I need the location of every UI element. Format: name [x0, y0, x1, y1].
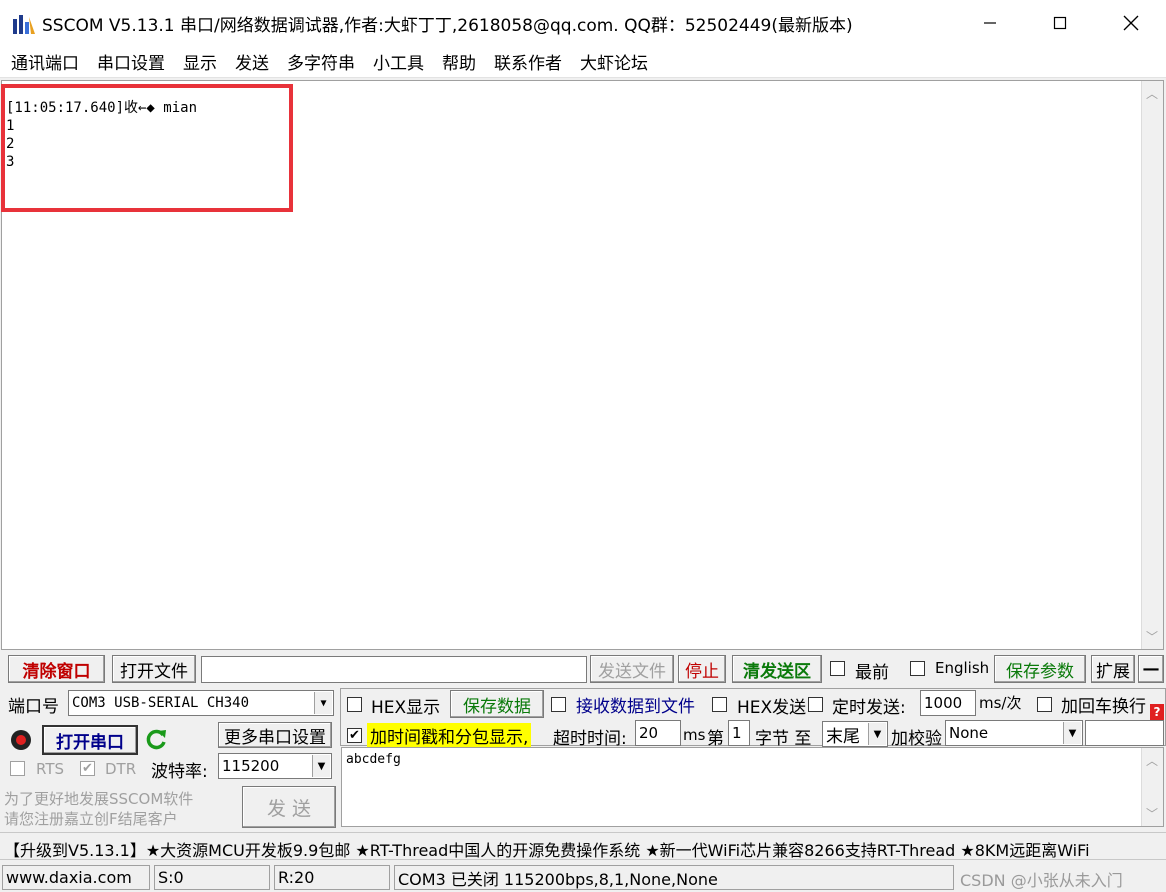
- baud-rate-select[interactable]: 115200 ▼: [218, 753, 332, 779]
- menu-forum[interactable]: 大虾论坛: [573, 49, 655, 74]
- menu-contact-author[interactable]: 联系作者: [487, 49, 569, 74]
- send-scrollbar[interactable]: ︿ ﹀: [1141, 748, 1163, 826]
- interval-input[interactable]: 1000: [920, 690, 976, 716]
- end-byte-value: 末尾: [826, 726, 860, 747]
- topmost-checkbox[interactable]: [830, 661, 845, 676]
- refresh-icon[interactable]: [144, 727, 168, 753]
- english-checkbox[interactable]: [910, 661, 925, 676]
- recv-to-file-checkbox[interactable]: [551, 697, 566, 712]
- add-crlf-checkbox[interactable]: [1037, 697, 1052, 712]
- close-button[interactable]: [1096, 0, 1166, 46]
- timeout-input[interactable]: 20: [635, 720, 681, 746]
- byte-prefix-label: 第: [707, 729, 724, 749]
- baud-label: 波特率:: [151, 762, 208, 782]
- timed-send-label: 定时发送:: [832, 698, 906, 718]
- port-select-value: COM3 USB-SERIAL CH340: [72, 695, 250, 711]
- menu-serial-settings[interactable]: 串口设置: [90, 49, 172, 74]
- timeout-unit-label: ms: [683, 726, 706, 744]
- menu-multi-string[interactable]: 多字符串: [280, 49, 362, 74]
- baud-rate-value: 115200: [222, 757, 280, 775]
- send-file-button[interactable]: 发送文件: [590, 655, 674, 683]
- dtr-checkbox[interactable]: ✔: [80, 761, 95, 776]
- expand-button[interactable]: 扩展: [1091, 655, 1135, 683]
- add-crlf-label: 加回车换行: [1061, 697, 1146, 717]
- recv-to-file-label: 接收数据到文件: [576, 697, 695, 717]
- receive-scrollbar[interactable]: ︿ ﹀: [1141, 81, 1163, 649]
- chevron-down-icon[interactable]: ▼: [312, 755, 330, 777]
- menu-send[interactable]: 发送: [228, 49, 276, 74]
- send-button[interactable]: 发 送: [242, 786, 336, 828]
- port-label: 端口号: [8, 697, 59, 717]
- save-params-button[interactable]: 保存参数: [994, 655, 1086, 683]
- dtr-label: DTR: [105, 760, 137, 778]
- help-icon[interactable]: ?: [1150, 704, 1164, 720]
- timestamp-split-label: 加时间戳和分包显示,: [367, 723, 532, 748]
- timeout-label: 超时时间:: [553, 729, 627, 749]
- more-serial-settings-button[interactable]: 更多串口设置: [218, 722, 332, 748]
- minimize-icon: [984, 22, 996, 24]
- chevron-down-icon[interactable]: ▼: [868, 723, 886, 745]
- status-received-count: R:20: [274, 865, 390, 890]
- file-path-input[interactable]: [201, 656, 587, 683]
- menu-display[interactable]: 显示: [176, 49, 224, 74]
- app-logo-icon: [13, 15, 35, 34]
- status-sent-count: S:0: [154, 865, 270, 890]
- check-icon: ✔: [82, 761, 93, 776]
- maximize-icon: [1053, 16, 1067, 30]
- scroll-down-icon[interactable]: ﹀: [1146, 805, 1158, 822]
- rts-checkbox[interactable]: [10, 761, 25, 776]
- checksum-label: 加校验: [891, 729, 942, 749]
- chevron-down-icon[interactable]: ▼: [1063, 722, 1081, 744]
- menu-help[interactable]: 帮助: [435, 49, 483, 74]
- send-text: abcdefg: [346, 752, 401, 767]
- checksum-select[interactable]: None ▼: [945, 720, 1083, 746]
- hex-send-checkbox[interactable]: [712, 697, 727, 712]
- announcement-marquee[interactable]: 【升级到V5.13.1】★大资源MCU开发板9.9包邮 ★RT-Thread中国…: [0, 832, 1166, 860]
- status-port-info: COM3 已关闭 115200bps,8,1,None,None: [394, 865, 954, 890]
- clear-send-button[interactable]: 清发送区: [732, 655, 822, 683]
- maximize-button[interactable]: [1025, 0, 1095, 46]
- minimize-button[interactable]: [955, 0, 1025, 46]
- timed-send-checkbox[interactable]: [808, 697, 823, 712]
- menu-comm-port[interactable]: 通讯端口: [4, 49, 86, 74]
- scroll-up-icon[interactable]: ︿: [1146, 85, 1158, 102]
- csdn-watermark: CSDN @小张从未入门: [960, 871, 1123, 890]
- clear-window-button[interactable]: 清除窗口: [8, 655, 105, 683]
- status-website[interactable]: www.daxia.com: [2, 865, 150, 890]
- send-input-area[interactable]: abcdefg ︿ ﹀: [341, 747, 1164, 827]
- chevron-down-icon[interactable]: ▼: [314, 692, 332, 714]
- check-icon: ✔: [349, 728, 360, 743]
- open-port-button[interactable]: 打开串口: [42, 725, 138, 755]
- hex-display-checkbox[interactable]: [347, 697, 362, 712]
- stop-button[interactable]: 停止: [678, 655, 726, 683]
- hex-display-label: HEX显示: [371, 698, 441, 718]
- port-select[interactable]: COM3 USB-SERIAL CH340 ▼: [68, 690, 334, 716]
- status-bar: www.daxia.com S:0 R:20 COM3 已关闭 115200bp…: [0, 862, 1166, 892]
- promo-text: 为了更好地发展SSCOM软件 请您注册嘉立创F结尾客户: [4, 790, 194, 828]
- close-icon: [1123, 15, 1139, 31]
- topmost-label: 最前: [855, 663, 889, 683]
- highlight-annotation-box: [1, 84, 293, 212]
- timestamp-checkbox[interactable]: ✔: [347, 728, 362, 743]
- title-bar: SSCOM V5.13.1 串口/网络数据调试器,作者:大虾丁丁,2618058…: [0, 0, 1166, 46]
- hex-send-label: HEX发送: [737, 698, 807, 718]
- menu-bar: 通讯端口 串口设置 显示 发送 多字符串 小工具 帮助 联系作者 大虾论坛: [0, 46, 1166, 78]
- checksum-value: None: [949, 724, 989, 742]
- marquee-text: 【升级到V5.13.1】★大资源MCU开发板9.9包邮 ★RT-Thread中国…: [4, 841, 1090, 860]
- byte-range-label: 字节 至: [755, 729, 812, 749]
- checksum-result-field[interactable]: [1085, 720, 1164, 746]
- scroll-down-icon[interactable]: ﹀: [1146, 628, 1158, 645]
- end-byte-select[interactable]: 末尾 ▼: [822, 721, 888, 747]
- collapse-button[interactable]: —: [1138, 655, 1164, 683]
- save-data-button[interactable]: 保存数据: [450, 690, 544, 718]
- rts-label: RTS: [36, 760, 65, 778]
- interval-unit-label: ms/次: [979, 694, 1022, 712]
- start-byte-input[interactable]: 1: [728, 720, 750, 746]
- menu-tools[interactable]: 小工具: [366, 49, 431, 74]
- window-title: SSCOM V5.13.1 串口/网络数据调试器,作者:大虾丁丁,2618058…: [42, 16, 853, 36]
- scroll-up-icon[interactable]: ︿: [1146, 752, 1158, 769]
- port-status-led-icon: [11, 730, 31, 750]
- english-label: English: [935, 659, 990, 677]
- open-file-button[interactable]: 打开文件: [112, 655, 196, 683]
